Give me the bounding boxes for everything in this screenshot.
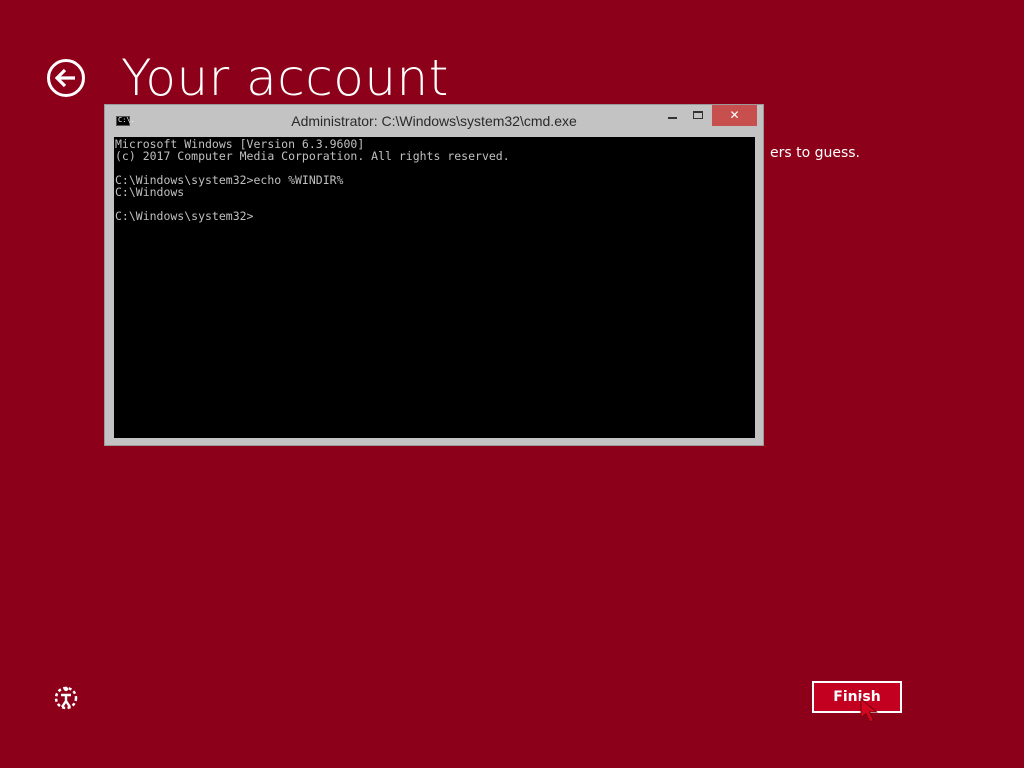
minimize-icon — [668, 117, 677, 119]
console-line: C:\Windows — [115, 185, 185, 199]
minimize-button[interactable] — [659, 105, 685, 126]
finish-button[interactable]: Finish — [812, 681, 902, 713]
cmd-titlebar[interactable]: C:\. Administrator: C:\Windows\system32\… — [105, 105, 763, 136]
cmd-window[interactable]: C:\. Administrator: C:\Windows\system32\… — [104, 104, 764, 446]
maximize-button[interactable] — [685, 105, 711, 126]
console-prompt-line: C:\Windows\system32> — [115, 209, 254, 223]
page-title: Your account — [121, 49, 449, 107]
mouse-pointer-icon — [860, 698, 878, 723]
back-arrow-icon — [47, 59, 85, 97]
ease-of-access-button[interactable] — [52, 684, 80, 712]
back-button[interactable] — [46, 58, 86, 98]
ease-of-access-icon — [54, 686, 78, 710]
maximize-icon — [693, 111, 703, 119]
close-icon: ✕ — [729, 108, 740, 122]
close-button[interactable]: ✕ — [712, 105, 757, 126]
cmd-console[interactable]: Microsoft Windows [Version 6.3.9600] (c)… — [114, 137, 755, 438]
setup-page: Your account ers to guess. C:\. Administ… — [0, 0, 1024, 768]
console-line: (c) 2017 Computer Media Corporation. All… — [115, 149, 510, 163]
